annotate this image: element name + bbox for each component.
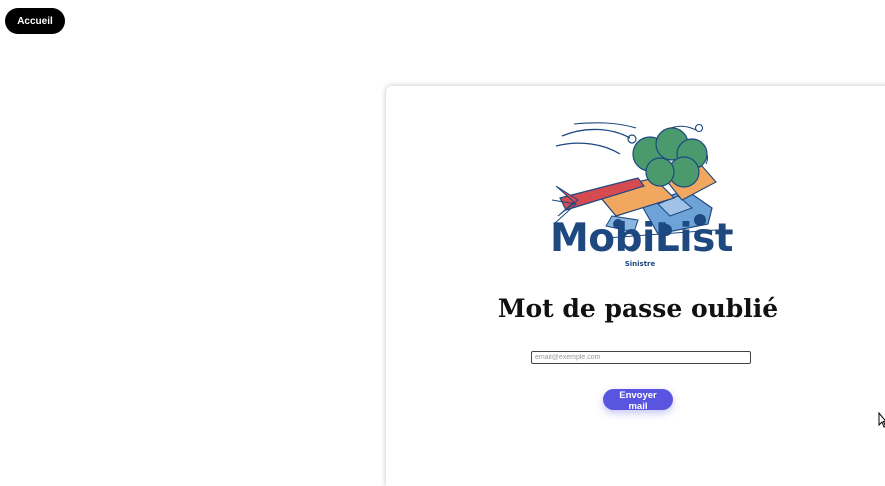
page-title: Mot de passe oublié [497, 294, 779, 323]
forgot-password-card: MobiList Sinistre Mot de passe oublié En… [386, 86, 885, 486]
home-button[interactable]: Accueil [5, 8, 65, 34]
send-email-button[interactable]: Envoyer mail [603, 389, 673, 412]
logo-brand-text: MobiList [550, 216, 733, 261]
logo-subtitle: Sinistre [624, 260, 656, 268]
mouse-cursor-icon [878, 412, 885, 428]
email-input[interactable] [531, 351, 751, 364]
